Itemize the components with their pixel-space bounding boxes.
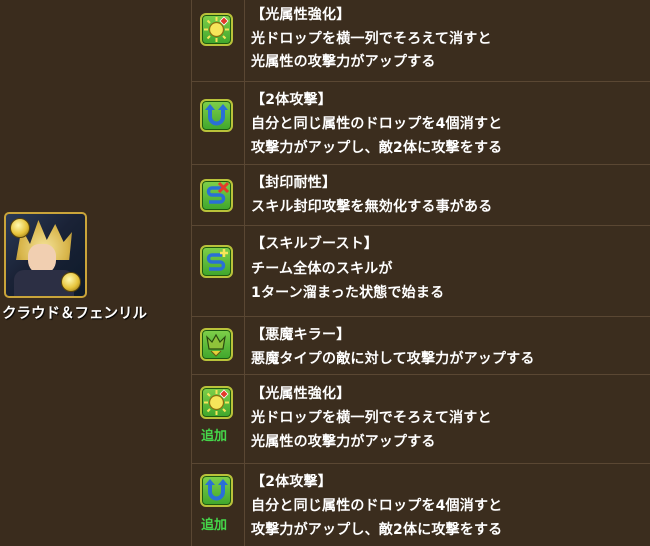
awakening-icon-cell [192,165,245,225]
awakening-row: 【封印耐性】 スキル封印攻撃を無効化する事がある [192,165,650,226]
light-attribute-enhance-icon[interactable] [200,13,233,46]
awakening-desc-line: 1ターン溜まった状態で始まる [251,285,445,301]
added-badge: 追加 [201,429,228,444]
awakening-icon-cell [192,0,245,81]
awakening-text: 【光属性強化】 光ドロップを横一列でそろえて消すと 光属性の攻撃力がアップする [245,0,650,81]
awakening-row: 【スキルブースト】 チーム全体のスキルが 1ターン溜まった状態で始まる [192,226,650,317]
awakening-title: 【2体攻撃】 [251,474,332,490]
awakening-icon-cell [192,226,245,316]
awakening-row: 【光属性強化】 光ドロップを横一列でそろえて消すと 光属性の攻撃力がアップする [192,0,650,82]
awakening-text: 【封印耐性】 スキル封印攻撃を無効化する事がある [245,165,650,225]
awakening-desc-line: 攻撃力がアップし、敵2体に攻撃をする [251,140,503,156]
awakening-text: 【2体攻撃】 自分と同じ属性のドロップを4個消すと 攻撃力がアップし、敵2体に攻… [245,464,650,546]
awakening-icon-cell [192,317,245,374]
awakening-desc-line: スキル封印攻撃を無効化する事がある [251,199,493,215]
awakening-text: 【悪魔キラー】 悪魔タイプの敵に対して攻撃力がアップする [245,317,650,374]
awakening-desc-line: 自分と同じ属性のドロップを4個消すと [251,116,503,132]
awakening-desc-line: 光ドロップを横一列でそろえて消すと [251,410,492,426]
light-orb-icon [10,218,30,238]
monster-column: クラウド＆フェンリル [0,0,192,546]
awakening-text: 【光属性強化】 光ドロップを横一列でそろえて消すと 光属性の攻撃力がアップする [245,375,650,463]
awakening-desc-line: 攻撃力がアップし、敵2体に攻撃をする [251,522,503,538]
awakening-row: 【2体攻撃】 自分と同じ属性のドロップを4個消すと 攻撃力がアップし、敵2体に攻… [192,82,650,165]
awakening-row: 【悪魔キラー】 悪魔タイプの敵に対して攻撃力がアップする [192,317,650,375]
awakening-row: 追加 【2体攻撃】 自分と同じ属性のドロップを4個消すと 攻撃力がアップし、敵2… [192,464,650,546]
awakening-title: 【光属性強化】 [251,386,351,402]
awakening-row: 追加 【光属性強化】 光ドロップを横一列でそろえて消すと 光属性の攻撃力がアップ… [192,375,650,464]
monster-name[interactable]: クラウド＆フェンリル [2,302,147,323]
awakening-desc-line: 光属性の攻撃力がアップする [251,434,436,450]
awakening-icon-cell: 追加 [192,375,245,463]
awakening-text: 【スキルブースト】 チーム全体のスキルが 1ターン溜まった状態で始まる [245,226,650,316]
awakening-desc-line: 光ドロップを横一列でそろえて消すと [251,31,492,47]
awakening-title: 【光属性強化】 [251,7,351,23]
awakening-title: 【悪魔キラー】 [251,327,351,343]
awakening-desc-line: 自分と同じ属性のドロップを4個消すと [251,498,503,514]
awakening-desc-line: チーム全体のスキルが [251,261,393,277]
awakening-desc-line: 光属性の攻撃力がアップする [251,54,436,70]
awakening-desc-line: 悪魔タイプの敵に対して攻撃力がアップする [251,351,535,367]
light-attribute-enhance-icon[interactable] [200,386,233,419]
skill-bind-resist-icon[interactable] [200,179,233,212]
awakening-title: 【2体攻撃】 [251,92,332,108]
awakening-title: 【封印耐性】 [251,175,337,191]
awakening-title: 【スキルブースト】 [251,236,379,252]
awakening-list: 【光属性強化】 光ドロップを横一列でそろえて消すと 光属性の攻撃力がアップする … [192,0,650,546]
devil-killer-icon[interactable] [200,328,233,361]
light-orb-icon [61,272,81,292]
monster-portrait[interactable] [4,212,87,298]
awakening-icon-cell [192,82,245,164]
two-pronged-attack-icon[interactable] [200,99,233,132]
added-badge: 追加 [201,518,228,533]
awakening-icon-cell: 追加 [192,464,245,546]
awakening-text: 【2体攻撃】 自分と同じ属性のドロップを4個消すと 攻撃力がアップし、敵2体に攻… [245,82,650,164]
two-pronged-attack-icon[interactable] [200,474,233,507]
skill-boost-icon[interactable] [200,245,233,278]
